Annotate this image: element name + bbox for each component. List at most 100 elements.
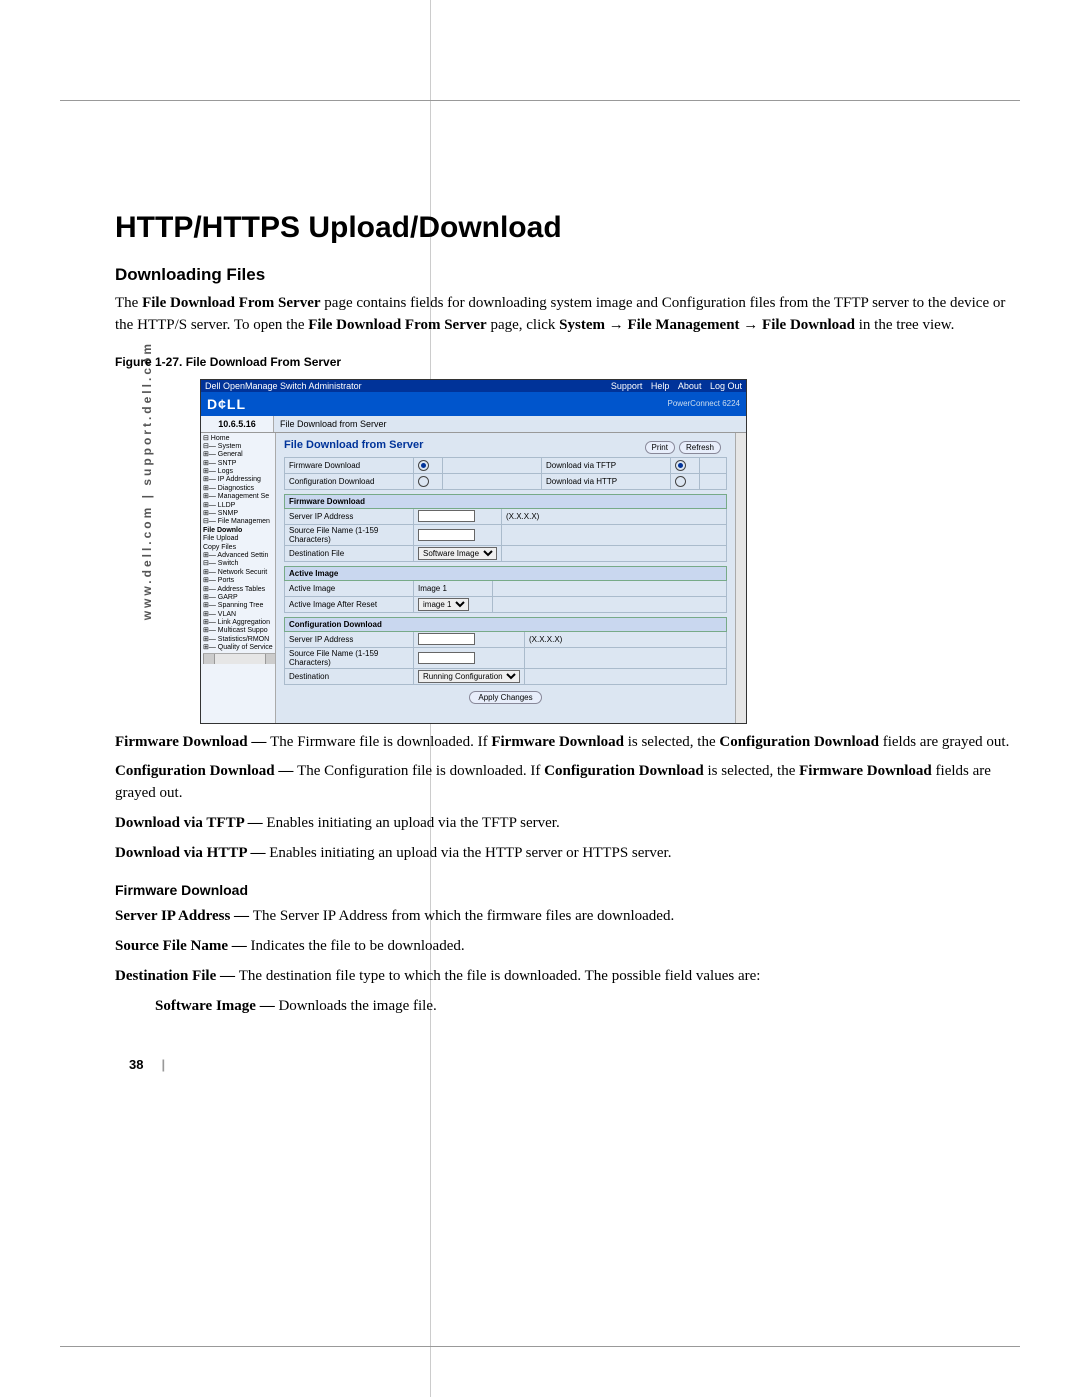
dest-file-label: Destination File [285,545,414,561]
cfg-download-label: Configuration Download [285,473,414,489]
tftp-desc: Download via TFTP — Enables initiating a… [115,813,1020,835]
cfg-server-ip-input[interactable] [418,633,475,645]
text: page, click [487,317,559,333]
text: Downloads the image file. [278,998,436,1014]
model-text: PowerConnect 6224 [668,399,741,408]
device-ip: 10.6.5.16 [201,416,274,432]
tree-item[interactable]: ⊞— Statistics/RMON [203,636,275,644]
tree-item[interactable]: ⊞— Diagnostics [203,485,275,493]
arrow: → [740,317,763,333]
text: The Server IP Address from which the fir… [253,908,674,924]
content-block: HTTP/HTTPS Upload/Download Downloading F… [115,211,1020,1072]
bold-text: Download via TFTP — [115,815,266,831]
dl-http-radio[interactable] [675,476,686,487]
help-link[interactable]: Help [651,381,670,391]
tree-item[interactable]: ⊞— Quality of Service [203,644,275,652]
tree-item[interactable]: ⊞— Multicast Suppo [203,627,275,635]
src-file-input[interactable] [418,529,475,541]
shot-tab-row: 10.6.5.16 File Download from Server [201,416,746,433]
cfg-src-file-input[interactable] [418,652,475,664]
breadcrumb: File Download from Server [274,416,393,432]
page-number-value: 38 [129,1057,143,1072]
tree-item[interactable]: ⊞— SNTP [203,460,275,468]
cfg-dest-select[interactable]: Running Configuration [418,670,520,683]
panel-actions: Print Refresh [645,441,721,454]
bold-text: File Management [627,317,739,333]
tree-item[interactable]: ⊞— Ports [203,577,275,585]
server-ip-input[interactable] [418,510,475,522]
bold-text: File Download From Server [142,295,320,311]
cfg-download-radio[interactable] [418,476,429,487]
bold-text: Download via HTTP — [115,845,269,861]
tree-item[interactable]: ⊞— Advanced Settin [203,552,275,560]
server-ip-label: Server IP Address [285,508,414,524]
tree-item[interactable]: ⊞— Logs [203,468,275,476]
tree-item[interactable]: ⊞— Address Tables [203,586,275,594]
bold-text: Destination File — [115,968,239,984]
apply-changes-button[interactable]: Apply Changes [469,691,541,704]
shot-titlebar-text: Dell OpenManage Switch Administrator [205,381,362,391]
tree-scrollbar[interactable] [203,653,276,664]
tree-item[interactable]: ⊞— VLAN [203,611,275,619]
heading-3: Firmware Download [115,882,1020,898]
tree-item[interactable]: ⊟— System [203,443,275,451]
active-image-reset-label: Active Image After Reset [285,596,414,612]
tree-item[interactable]: ⊞— IP Addressing [203,476,275,484]
arrow: → [605,317,628,333]
logout-link[interactable]: Log Out [710,381,742,391]
tree-item[interactable]: ⊟ Home [203,435,275,443]
bold-text: System [559,317,605,333]
print-button[interactable]: Print [645,441,675,454]
text: in the tree view. [855,317,954,333]
dell-logo: D¢LL [207,396,246,412]
ip-hint: (X.X.X.X) [502,508,727,524]
si-desc: Software Image — Downloads the image fil… [155,996,1020,1018]
dl-tftp-radio[interactable] [675,460,686,471]
cfg-server-ip-label: Server IP Address [285,631,414,647]
text: The Configuration file is downloaded. If [297,763,544,779]
tree-item[interactable]: File Upload [203,535,275,543]
nav-tree[interactable]: ⊟ Home ⊟— System ⊞— General ⊞— SNTP ⊞— L… [201,433,276,723]
active-image-header: Active Image [285,566,727,580]
cfg-dest-label: Destination [285,668,414,684]
tree-item[interactable]: ⊞— Link Aggregation [203,619,275,627]
refresh-button[interactable]: Refresh [679,441,721,454]
active-image-reset-select[interactable]: image 1 [418,598,469,611]
figure-caption: Figure 1-27. File Download From Server [115,355,1020,369]
bold-text: Source File Name — [115,938,251,954]
page-number: 38 | [129,1057,1020,1072]
bold-text: Firmware Download — [115,734,270,750]
tree-item[interactable]: ⊞— Spanning Tree [203,602,275,610]
bold-text: File Download From Server [308,317,486,333]
tree-item[interactable]: ⊟— File Managemen [203,518,275,526]
bold-text: File Download [762,317,855,333]
cfg-download-table: Configuration Download Server IP Address… [284,617,727,685]
text: The [115,295,142,311]
bold-text: Configuration Download [719,734,879,750]
main-scrollbar[interactable] [735,433,746,723]
text: The Firmware file is downloaded. If [270,734,491,750]
tree-item[interactable]: ⊞— Network Securit [203,569,275,577]
text: Indicates the file to be downloaded. [251,938,465,954]
tree-item[interactable]: ⊟— Switch [203,560,275,568]
download-type-table: Firmware Download Download via TFTP Conf… [284,457,727,490]
dl-tftp-label: Download via TFTP [542,457,671,473]
bold-text: Server IP Address — [115,908,253,924]
support-link[interactable]: Support [611,381,643,391]
active-image-label: Active Image [285,580,414,596]
about-link[interactable]: About [678,381,702,391]
dest-file-select[interactable]: Software Image [418,547,497,560]
tree-item[interactable]: ⊞— SNMP [203,510,275,518]
fw-download-table: Firmware Download Server IP Address (X.X… [284,494,727,562]
tree-item-selected[interactable]: File Downlo [203,527,275,535]
tree-item[interactable]: ⊞— Management Se [203,493,275,501]
tree-item[interactable]: Copy Files [203,544,275,552]
tree-item[interactable]: ⊞— GARP [203,594,275,602]
fw-desc: Firmware Download — The Firmware file is… [115,732,1020,754]
fw-dl-header: Firmware Download [285,494,727,508]
page-number-bar: | [161,1057,165,1072]
http-desc: Download via HTTP — Enables initiating a… [115,843,1020,865]
fw-download-radio[interactable] [418,460,429,471]
tree-item[interactable]: ⊞— LLDP [203,502,275,510]
tree-item[interactable]: ⊞— General [203,451,275,459]
